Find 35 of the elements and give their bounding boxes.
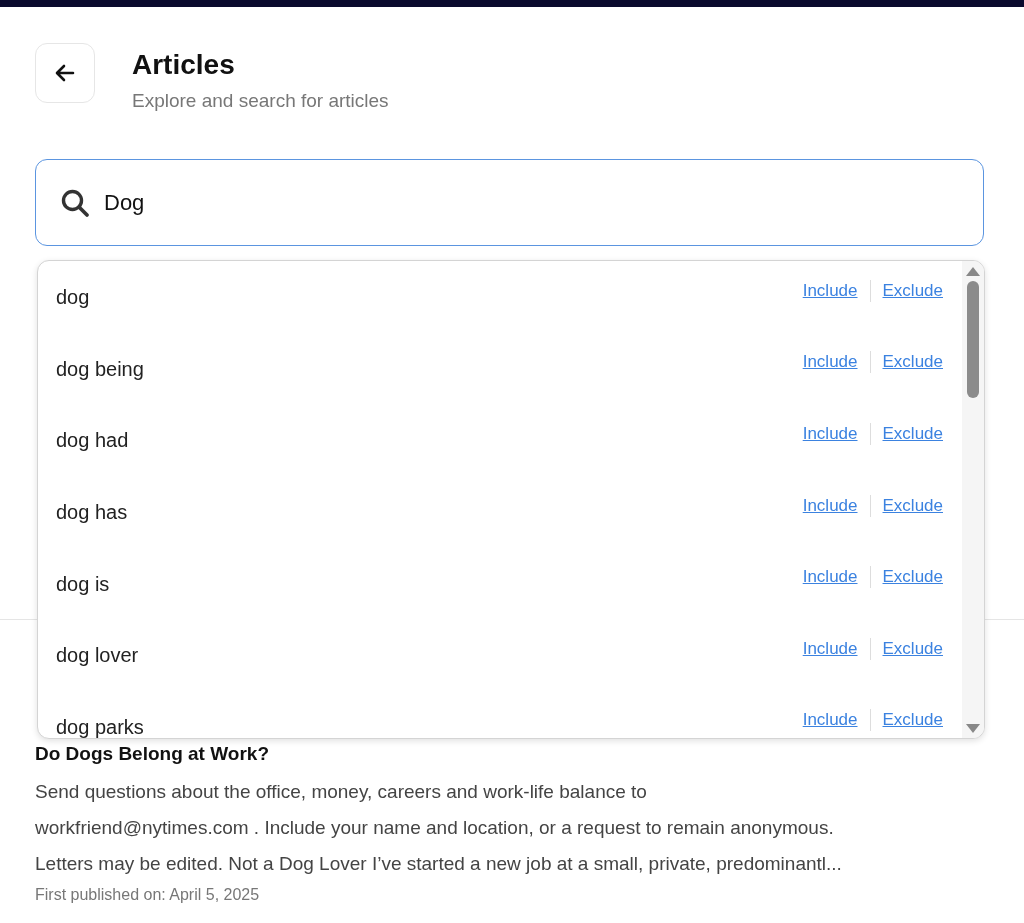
exclude-link[interactable]: Exclude [882,567,943,588]
suggestion-term[interactable]: dog had [56,429,803,453]
include-link[interactable]: Include [802,638,858,659]
exclude-link[interactable]: Exclude [882,710,943,731]
back-button[interactable] [35,43,95,103]
search-input[interactable]: Dog [104,189,504,216]
suggestion-term[interactable]: dog is [56,572,803,596]
scroll-up-icon[interactable] [966,267,980,276]
include-link[interactable]: Include [802,352,858,373]
suggestion-term[interactable]: dog [56,286,803,310]
suggestion-term[interactable]: dog has [56,501,803,525]
exclude-link[interactable]: Exclude [882,352,943,373]
exclude-link[interactable]: Exclude [882,280,943,301]
include-link[interactable]: Include [802,424,858,444]
article-snippet: Send questions about the office, money, careers and work-life balance to workfriend@nytimes.com . Include your name and location, or a request to remain anonymous. Letters may be edited. Not a Dog Lover I’ve started a new job at a small, private, predominantl... [35,780,843,876]
scroll-thumb[interactable] [967,281,979,398]
publish-date: First published on: April 5, 2025 [35,886,261,904]
page-subtitle: Explore and search for articles [132,90,389,112]
suggestion-term[interactable]: dog lover [56,644,803,668]
include-link[interactable]: Include [802,280,858,301]
exclude-link[interactable]: Exclude [882,424,943,444]
search-icon [60,187,90,218]
article-title[interactable]: Do Dogs Belong at Work? [35,743,984,765]
scroll-down-icon[interactable] [966,724,980,733]
back-arrow-icon [55,64,75,82]
scrollbar[interactable] [962,261,984,738]
exclude-link[interactable]: Exclude [882,495,943,516]
exclude-link[interactable]: Exclude [882,638,943,659]
include-link[interactable]: Include [802,710,858,731]
include-link[interactable]: Include [802,495,858,516]
suggestion-term[interactable]: dog parks [56,715,803,738]
suggestion-term[interactable]: dog being [56,357,803,381]
page-title: Articles [132,49,236,81]
search-field[interactable]: Dog [35,159,984,246]
include-link[interactable]: Include [802,567,858,588]
